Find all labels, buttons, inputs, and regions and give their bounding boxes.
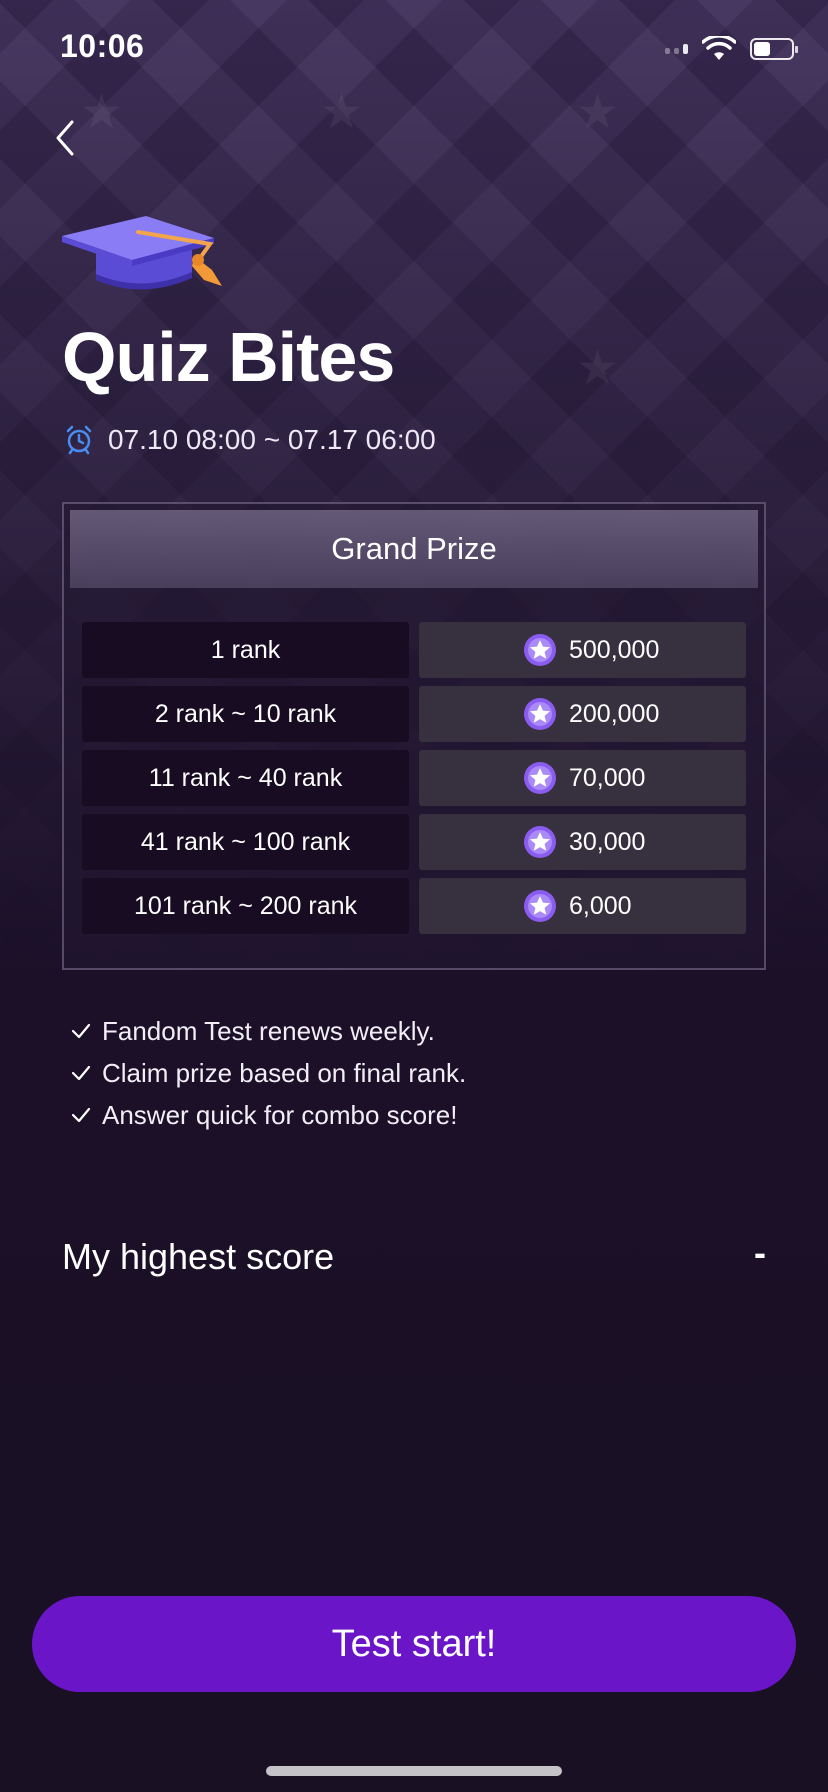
back-button[interactable]: [46, 118, 86, 158]
reward-cell: 200,000: [419, 686, 746, 742]
reward-cell: 30,000: [419, 814, 746, 870]
rule-text: Claim prize based on final rank.: [102, 1057, 467, 1088]
battery-icon: [750, 38, 798, 60]
prize-row: 11 rank ~ 40 rank 70,000: [82, 750, 746, 806]
decorative-star-icon: ★: [80, 86, 124, 139]
rank-range: 41 rank ~ 100 rank: [82, 814, 409, 870]
highest-score-value: -: [754, 1232, 766, 1273]
graduation-cap-icon: [62, 214, 252, 309]
rule-text: Answer quick for combo score!: [102, 1099, 458, 1130]
rule-item: Answer quick for combo score!: [70, 1094, 466, 1136]
test-start-button[interactable]: Test start!: [32, 1596, 796, 1692]
rank-range: 1 rank: [82, 622, 409, 678]
page-title: Quiz Bites: [62, 318, 395, 396]
decorative-star-icon: ★: [320, 86, 364, 139]
rules-list: Fandom Test renews weekly. Claim prize b…: [70, 1010, 466, 1136]
rule-text: Fandom Test renews weekly.: [102, 1015, 435, 1046]
alarm-clock-icon: [66, 425, 92, 455]
star-coin-icon: [524, 826, 556, 858]
checkmark-icon: [71, 1023, 91, 1039]
chevron-left-icon: [56, 120, 74, 156]
cellular-signal-icon: [665, 44, 688, 54]
prize-row: 2 rank ~ 10 rank 200,000: [82, 686, 746, 742]
reward-amount: 30,000: [569, 827, 646, 856]
prize-row: 1 rank 500,000: [82, 622, 746, 678]
decorative-star-icon: ★: [576, 86, 620, 139]
rule-item: Fandom Test renews weekly.: [70, 1010, 466, 1052]
status-icons: [665, 36, 798, 62]
star-coin-icon: [524, 890, 556, 922]
prize-row: 41 rank ~ 100 rank 30,000: [82, 814, 746, 870]
event-period-text: 07.10 08:00 ~ 07.17 06:00: [108, 424, 436, 455]
rank-range: 101 rank ~ 200 rank: [82, 878, 409, 934]
star-coin-icon: [524, 762, 556, 794]
grand-prize-panel: Grand Prize 1 rank 500,000 2 rank ~ 10 r…: [62, 502, 766, 970]
reward-amount: 70,000: [569, 763, 646, 792]
star-coin-icon: [524, 634, 556, 666]
reward-cell: 70,000: [419, 750, 746, 806]
reward-amount: 200,000: [569, 699, 660, 728]
highest-score-label: My highest score: [62, 1236, 335, 1277]
reward-amount: 500,000: [569, 635, 660, 664]
checkmark-icon: [71, 1107, 91, 1123]
decorative-star-icon: ★: [576, 342, 620, 395]
reward-amount: 6,000: [569, 891, 632, 920]
prize-row: 101 rank ~ 200 rank 6,000: [82, 878, 746, 934]
star-coin-icon: [524, 698, 556, 730]
status-time: 10:06: [60, 28, 145, 64]
checkmark-icon: [71, 1065, 91, 1081]
rank-range: 11 rank ~ 40 rank: [82, 750, 409, 806]
grand-prize-header: Grand Prize: [70, 510, 758, 588]
home-indicator[interactable]: [266, 1766, 562, 1776]
event-period: 07.10 08:00 ~ 07.17 06:00: [64, 424, 436, 456]
prize-table: 1 rank 500,000 2 rank ~ 10 rank 200,000 …: [82, 622, 746, 942]
reward-cell: 6,000: [419, 878, 746, 934]
rule-item: Claim prize based on final rank.: [70, 1052, 466, 1094]
reward-cell: 500,000: [419, 622, 746, 678]
battery-level: [754, 42, 771, 56]
rank-range: 2 rank ~ 10 rank: [82, 686, 409, 742]
wifi-icon: [702, 36, 736, 60]
